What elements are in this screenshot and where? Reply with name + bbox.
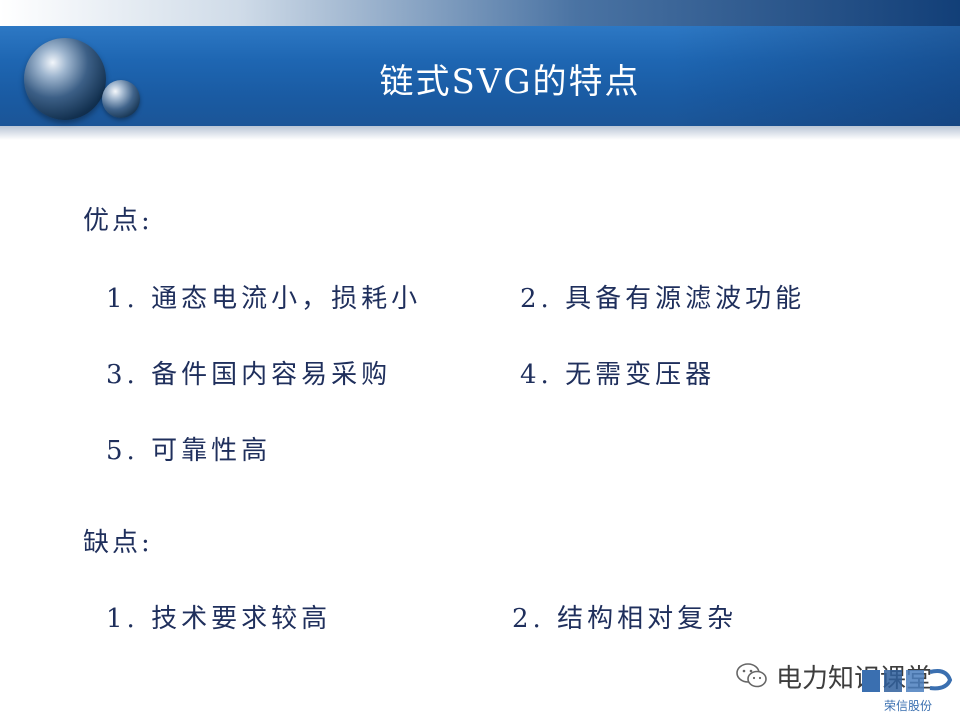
wechat-icon: [736, 663, 767, 688]
slide-title: 链式SVG的特点: [379, 62, 641, 102]
disadvantage-item: 2. 结构相对复杂: [512, 604, 738, 634]
top-gradient-strip: [0, 0, 960, 26]
title-bar-shadow: [0, 126, 960, 140]
disadvantages-heading: 缺点:: [83, 528, 153, 558]
advantage-item: 5. 可靠性高: [106, 436, 272, 466]
company-logo: 荣信股份: [862, 669, 953, 713]
advantage-item: 4. 无需变压器: [520, 360, 716, 390]
disadvantage-item: 1. 技术要求较高: [106, 604, 332, 634]
advantage-item: 2. 具备有源滤波功能: [520, 284, 806, 314]
advantage-item: 1. 通态电流小，损耗小: [106, 284, 422, 314]
advantage-item: 3. 备件国内容易采购: [106, 360, 392, 390]
logo-text: 荣信股份: [884, 699, 932, 713]
advantages-heading: 优点:: [83, 206, 153, 236]
